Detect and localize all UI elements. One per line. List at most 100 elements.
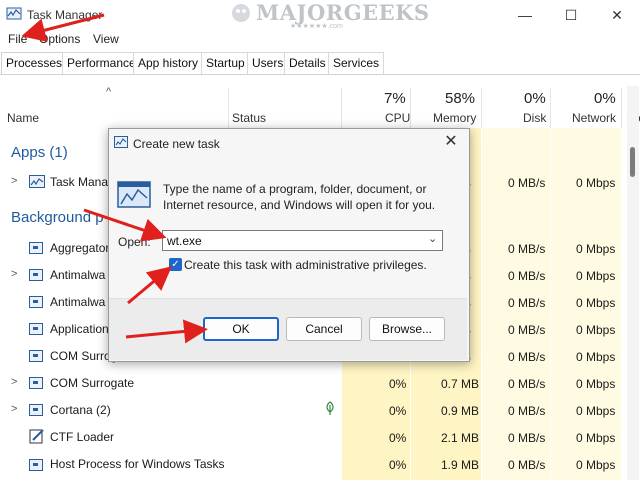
process-icon <box>29 323 43 335</box>
network-value: 0 Mbps <box>576 269 616 283</box>
process-name[interactable]: Application <box>50 322 109 336</box>
disk-value: 0 MB/s <box>508 458 546 472</box>
expand-chevron-icon[interactable]: > <box>11 268 17 280</box>
memory-value: 1.9 MB <box>441 458 480 472</box>
process-icon <box>29 459 43 471</box>
disk-value: 0 MB/s <box>508 404 546 418</box>
menu-options[interactable]: Options <box>39 32 80 46</box>
divider <box>341 88 342 128</box>
dialog-description: Type the name of a program, folder, docu… <box>163 182 436 212</box>
process-name[interactable]: COM Surrogate <box>50 376 134 390</box>
network-value: 0 Mbps <box>576 350 616 364</box>
admin-privileges-checkbox[interactable]: ✓ <box>169 258 182 271</box>
memory-value: 0.7 MB <box>441 377 480 391</box>
network-value: 0 Mbps <box>576 377 616 391</box>
disk-value: 0 MB/s <box>508 242 546 256</box>
close-button[interactable]: ✕ <box>594 0 640 30</box>
divider <box>621 88 622 128</box>
run-program-icon <box>117 181 151 208</box>
cpu-value: 0% <box>389 458 407 472</box>
network-value: 0 Mbps <box>576 404 616 418</box>
maximize-button[interactable]: ☐ <box>548 0 594 30</box>
open-input[interactable]: wt.exe <box>162 230 443 251</box>
vertical-scrollbar[interactable] <box>627 86 639 480</box>
minimize-button[interactable]: — <box>502 0 548 30</box>
tab-details[interactable]: Details <box>284 52 331 74</box>
divider <box>550 88 551 128</box>
process-icon <box>29 377 43 389</box>
tab-processes[interactable]: Processes <box>1 52 68 74</box>
network-value: 0 Mbps <box>576 296 616 310</box>
menu-file[interactable]: File <box>8 32 27 46</box>
majorgeeks-logo-icon <box>232 4 250 22</box>
dialog-title: Create new task <box>133 137 220 151</box>
network-value: 0 Mbps <box>576 176 616 190</box>
tab-startup[interactable]: Startup <box>201 52 250 74</box>
column-network[interactable]: Network <box>572 111 616 125</box>
disk-percent: 0% <box>524 90 546 107</box>
process-icon <box>29 350 43 362</box>
task-manager-icon <box>6 7 22 20</box>
tab-app-history[interactable]: App history <box>133 52 204 74</box>
process-name[interactable]: Host Process for Windows Tasks <box>50 457 225 471</box>
group-apps[interactable]: Apps (1) <box>11 144 68 161</box>
cpu-percent: 7% <box>384 90 406 107</box>
cpu-value: 0% <box>389 404 407 418</box>
column-disk[interactable]: Disk <box>523 111 546 125</box>
network-value: 0 Mbps <box>576 458 616 472</box>
ctf-loader-icon <box>29 429 44 444</box>
disk-value: 0 MB/s <box>508 431 546 445</box>
process-icon <box>29 296 43 308</box>
cancel-button[interactable]: Cancel <box>286 317 362 341</box>
divider <box>481 88 482 128</box>
disk-value: 0 MB/s <box>508 176 546 190</box>
task-manager-icon <box>29 175 45 188</box>
disk-value: 0 MB/s <box>508 323 546 337</box>
disk-value: 0 MB/s <box>508 269 546 283</box>
tab-users[interactable]: Users <box>247 52 289 74</box>
column-status[interactable]: Status <box>232 111 266 125</box>
process-icon <box>29 242 43 254</box>
process-name[interactable]: CTF Loader <box>50 430 114 444</box>
memory-value: 2.1 MB <box>441 431 480 445</box>
expand-chevron-icon[interactable]: > <box>11 175 17 187</box>
process-name[interactable]: Task Manag <box>50 175 115 189</box>
process-name[interactable]: Cortana (2) <box>50 403 111 417</box>
expand-chevron-icon[interactable]: > <box>11 403 17 415</box>
network-value: 0 Mbps <box>576 431 616 445</box>
column-memory[interactable]: Memory <box>433 111 476 125</box>
process-name[interactable]: Antimalwa <box>50 268 105 282</box>
ok-button[interactable]: OK <box>203 317 279 341</box>
network-percent: 0% <box>594 90 616 107</box>
tab-services[interactable]: Services <box>328 52 385 74</box>
network-value: 0 Mbps <box>576 323 616 337</box>
column-cpu[interactable]: CPU <box>385 111 410 125</box>
memory-value: 0.9 MB <box>441 404 480 418</box>
leaf-icon <box>326 401 334 415</box>
cpu-value: 0% <box>389 377 407 391</box>
column-name[interactable]: Name <box>7 111 39 125</box>
group-background[interactable]: Background p <box>11 209 104 226</box>
watermark-sub: ★★★★★★.com <box>290 23 343 30</box>
process-icon <box>29 404 43 416</box>
dialog-close-button[interactable]: ✕ <box>441 132 461 152</box>
cpu-value: 0% <box>389 431 407 445</box>
process-name[interactable]: Aggregator <box>50 241 109 255</box>
chevron-down-icon[interactable]: ⌄ <box>428 232 437 245</box>
disk-value: 0 MB/s <box>508 350 546 364</box>
window-title: Task Manager <box>27 8 103 22</box>
process-icon <box>29 269 43 281</box>
memory-percent: 58% <box>445 90 476 107</box>
disk-value: 0 MB/s <box>508 296 546 310</box>
network-value: 0 Mbps <box>576 242 616 256</box>
process-name[interactable]: Antimalwa <box>50 295 105 309</box>
scrollbar-thumb[interactable] <box>630 147 635 177</box>
divider <box>228 88 229 128</box>
open-label: Open: <box>118 235 151 249</box>
disk-value: 0 MB/s <box>508 377 546 391</box>
tab-performance[interactable]: Performance <box>62 52 141 74</box>
browse-button[interactable]: Browse... <box>369 317 445 341</box>
expand-chevron-icon[interactable]: > <box>11 376 17 388</box>
menu-view[interactable]: View <box>93 32 119 46</box>
admin-privileges-label[interactable]: Create this task with administrative pri… <box>184 258 427 272</box>
